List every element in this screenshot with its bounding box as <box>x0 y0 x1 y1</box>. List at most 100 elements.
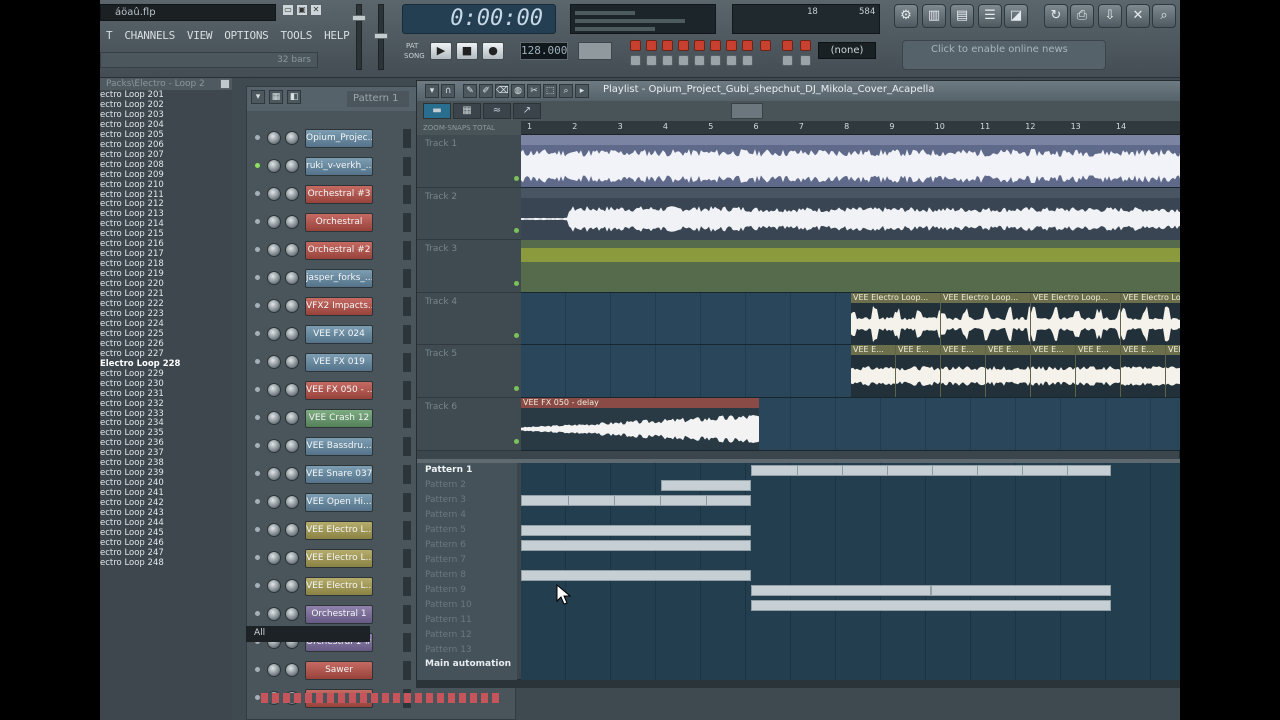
master-volume-slider[interactable] <box>352 4 366 70</box>
channel-led[interactable] <box>255 359 260 364</box>
audio-clip-track5[interactable]: VEE E... <box>851 345 896 398</box>
browser-item[interactable]: ectro Loop 243 <box>100 508 232 518</box>
channel-select-strip[interactable] <box>403 129 411 148</box>
overdub-toggle[interactable] <box>694 40 705 51</box>
browser-item[interactable]: ectro Loop 231 <box>100 389 232 399</box>
browser-item[interactable]: ectro Loop 238 <box>100 458 232 468</box>
volume-knob[interactable] <box>285 467 299 481</box>
pattern-label[interactable]: Pattern 12 <box>417 628 517 643</box>
channel-select-strip[interactable] <box>403 325 411 344</box>
browser-item[interactable]: ectro Loop 225 <box>100 329 232 339</box>
audio-clip-track6[interactable]: VEE FX 050 - delay <box>521 398 759 450</box>
browser-item[interactable]: ectro Loop 213 <box>100 209 232 219</box>
step-edit-toggle[interactable] <box>678 40 689 51</box>
browser-item[interactable]: ectro Loop 220 <box>100 279 232 289</box>
browser-item[interactable]: ectro Loop 218 <box>100 259 232 269</box>
track-led[interactable] <box>514 280 519 286</box>
channel-button[interactable]: Orchestral 1 <box>305 605 373 624</box>
channel-button[interactable]: VEE Crash 12 <box>305 409 373 428</box>
channel-button[interactable]: VEE FX 050 - ... <box>305 381 373 400</box>
audio-clip-track5[interactable]: VEE E... <box>1031 345 1076 398</box>
export-icon[interactable]: ⇩ <box>1098 4 1122 28</box>
seq-pattern-name[interactable]: Pattern 1 <box>347 91 409 107</box>
pan-knob[interactable] <box>267 159 281 173</box>
paint-tool-icon[interactable]: ✐ <box>479 84 493 98</box>
volume-knob[interactable] <box>285 523 299 537</box>
browser-item[interactable]: ectro Loop 208 <box>100 160 232 170</box>
volume-knob[interactable] <box>285 495 299 509</box>
pan-knob[interactable] <box>267 663 281 677</box>
pattern-label[interactable]: Pattern 11 <box>417 613 517 628</box>
pan-knob[interactable] <box>267 131 281 145</box>
channel-select-strip[interactable] <box>403 157 411 176</box>
countdown-toggle[interactable] <box>662 40 673 51</box>
pattern-block[interactable] <box>521 525 751 536</box>
browser-item[interactable]: ectro Loop 242 <box>100 498 232 508</box>
channel-filter[interactable]: All <box>246 626 370 642</box>
select-tool-icon[interactable]: ⬚ <box>543 84 557 98</box>
channel-select-strip[interactable] <box>403 381 411 400</box>
pattern-label[interactable]: Pattern 8 <box>417 568 517 583</box>
browser-item[interactable]: ectro Loop 212 <box>100 199 232 210</box>
browser-item[interactable]: ectro Loop 227 <box>100 349 232 359</box>
pattern-block[interactable] <box>661 480 751 491</box>
browser-item[interactable]: ectro Loop 214 <box>100 219 232 229</box>
option-toggle-10[interactable] <box>800 55 811 66</box>
channels-icon[interactable]: ☰ <box>978 4 1002 28</box>
zoom-tool-icon[interactable]: ⌕ <box>559 84 573 98</box>
browser-item[interactable]: ectro Loop 215 <box>100 229 232 239</box>
volume-knob[interactable] <box>285 411 299 425</box>
pattern-label[interactable]: Pattern 1 <box>417 463 517 478</box>
menu-item-tools[interactable]: TOOLS <box>274 27 318 45</box>
pan-knob[interactable] <box>267 243 281 257</box>
channel-select-strip[interactable] <box>403 549 411 568</box>
browser-item[interactable]: ectro Loop 235 <box>100 428 232 438</box>
option-toggle-1[interactable] <box>630 55 641 66</box>
browser-item[interactable]: ectro Loop 230 <box>100 379 232 389</box>
pan-knob[interactable] <box>267 495 281 509</box>
channel-led[interactable] <box>255 303 260 308</box>
track-label[interactable]: Track 5 <box>417 345 521 398</box>
search-icon[interactable]: ⌕ <box>1152 4 1176 28</box>
plugin-icon[interactable]: ◪ <box>1004 4 1028 28</box>
channel-button[interactable]: VEE FX 019 <box>305 353 373 372</box>
browser-item[interactable]: ectro Loop 232 <box>100 399 232 409</box>
pan-knob[interactable] <box>267 607 281 621</box>
channel-button[interactable]: VEE Electro L... <box>305 521 373 540</box>
record-button[interactable]: ● <box>482 42 504 60</box>
browser-item[interactable]: ectro Loop 239 <box>100 468 232 478</box>
channel-led[interactable] <box>255 163 260 168</box>
browser-item[interactable]: ectro Loop 203 <box>100 110 232 120</box>
main-automation-label[interactable]: Main automation <box>425 659 511 669</box>
mute-tool-icon[interactable]: ◍ <box>511 84 525 98</box>
menu-item-view[interactable]: VIEW <box>181 27 218 45</box>
browser-item[interactable]: ectro Loop 217 <box>100 249 232 259</box>
playlist-menu-icon[interactable]: ▾ <box>425 84 439 98</box>
multilink-toggle[interactable] <box>782 40 793 51</box>
audio-clip-track5[interactable]: VEE E... <box>1121 345 1166 398</box>
audio-clip-track4[interactable]: VEE Electro Loop... <box>1031 292 1121 345</box>
channel-led[interactable] <box>255 191 260 196</box>
browser-item[interactable]: ectro Loop 229 <box>100 369 232 379</box>
playlist-horizontal-scrollbar[interactable] <box>416 680 1180 688</box>
option-toggle-2[interactable] <box>646 55 657 66</box>
track-label[interactable]: Track 2 <box>417 187 521 241</box>
volume-knob[interactable] <box>285 271 299 285</box>
pattern-block[interactable] <box>521 495 751 506</box>
online-news-panel[interactable]: Click to enable online news <box>902 40 1106 70</box>
record-toggle[interactable] <box>630 40 641 51</box>
volume-knob[interactable] <box>285 187 299 201</box>
channel-led[interactable] <box>255 275 260 280</box>
browser-close-button[interactable] <box>220 79 230 89</box>
menu-item-options[interactable]: OPTIONS <box>218 27 274 45</box>
track-label[interactable]: Track 6 <box>417 398 521 451</box>
magnet-icon[interactable]: ∩ <box>441 84 455 98</box>
channel-select-strip[interactable] <box>403 409 411 428</box>
channel-led[interactable] <box>255 415 260 420</box>
option-toggle-6[interactable] <box>710 55 721 66</box>
channel-select-strip[interactable] <box>403 185 411 204</box>
channel-led[interactable] <box>255 387 260 392</box>
browser-item[interactable]: ectro Loop 245 <box>100 528 232 538</box>
browser-item[interactable]: ectro Loop 211 <box>100 190 232 200</box>
option-toggle-4[interactable] <box>678 55 689 66</box>
